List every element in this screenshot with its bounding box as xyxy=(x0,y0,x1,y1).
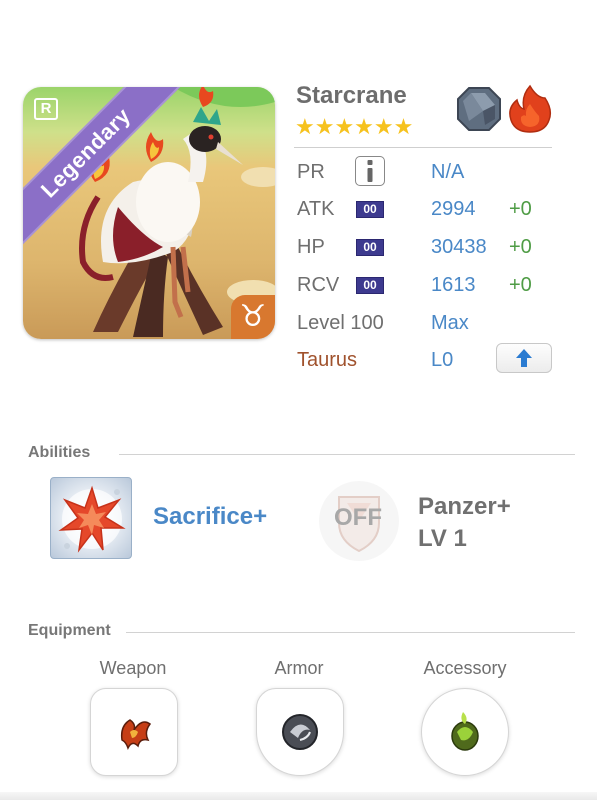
sacrifice-ability-name[interactable]: Sacrifice+ xyxy=(153,503,267,531)
info-icon xyxy=(367,160,373,182)
weapon-slot[interactable] xyxy=(90,688,178,776)
atk-label: ATK xyxy=(297,198,335,220)
pr-label: PR xyxy=(297,161,325,183)
rank-badge: R xyxy=(34,98,58,120)
pr-value: N/A xyxy=(431,161,465,183)
rcv-label: RCV xyxy=(297,274,340,296)
ability-off-label: OFF xyxy=(334,504,382,531)
taurus-zodiac-icon: ♉ xyxy=(231,295,275,339)
bottom-bar xyxy=(0,792,597,800)
abilities-title: Abilities xyxy=(28,444,91,461)
fire-element-icon xyxy=(509,84,552,133)
hp-value: 30438 xyxy=(431,236,487,258)
atk-plus-badge: 00 xyxy=(356,201,384,218)
armor-label: Armor xyxy=(274,658,324,678)
sacrifice-ability-icon[interactable] xyxy=(50,477,132,559)
rcv-plus-badge: 00 xyxy=(356,277,384,294)
accessory-slot[interactable] xyxy=(421,688,509,776)
hp-bonus: +0 xyxy=(509,236,532,258)
hero-portrait[interactable]: Legendary R ♉ xyxy=(23,87,275,339)
abilities-rule xyxy=(119,454,575,455)
info-button[interactable] xyxy=(355,156,385,186)
hero-name: Starcrane xyxy=(296,82,407,109)
level-label: Level 100 xyxy=(297,312,384,334)
star-rating: ★★★★★★ xyxy=(295,114,414,139)
zodiac-label: Taurus xyxy=(297,349,358,371)
atk-bonus: +0 xyxy=(509,198,532,220)
armor-icon xyxy=(282,714,318,750)
weapon-icon xyxy=(120,719,152,750)
armor-slot[interactable] xyxy=(256,688,344,776)
explosion-icon xyxy=(58,485,126,553)
equipment-rule xyxy=(126,632,575,633)
level-value: Max xyxy=(431,312,469,334)
stone-element-icon xyxy=(457,87,501,131)
panzer-ability-title: Panzer+ xyxy=(418,493,511,520)
stats-divider xyxy=(294,147,552,148)
hp-plus-badge: 00 xyxy=(356,239,384,256)
accessory-label: Accessory xyxy=(423,658,507,678)
hp-label: HP xyxy=(297,236,325,258)
zodiac-upgrade-button[interactable] xyxy=(496,343,552,373)
rcv-value: 1613 xyxy=(431,274,476,296)
rcv-bonus: +0 xyxy=(509,274,532,296)
atk-value: 2994 xyxy=(431,198,476,220)
panzer-ability-name[interactable]: Panzer+ LV 1 xyxy=(418,491,511,555)
accessory-icon xyxy=(451,712,479,751)
weapon-label: Weapon xyxy=(99,658,167,678)
equipment-title: Equipment xyxy=(28,622,111,639)
panzer-ability-level: LV 1 xyxy=(418,525,467,552)
zodiac-level-value: L0 xyxy=(431,349,454,371)
arrow-up-icon xyxy=(516,349,532,367)
